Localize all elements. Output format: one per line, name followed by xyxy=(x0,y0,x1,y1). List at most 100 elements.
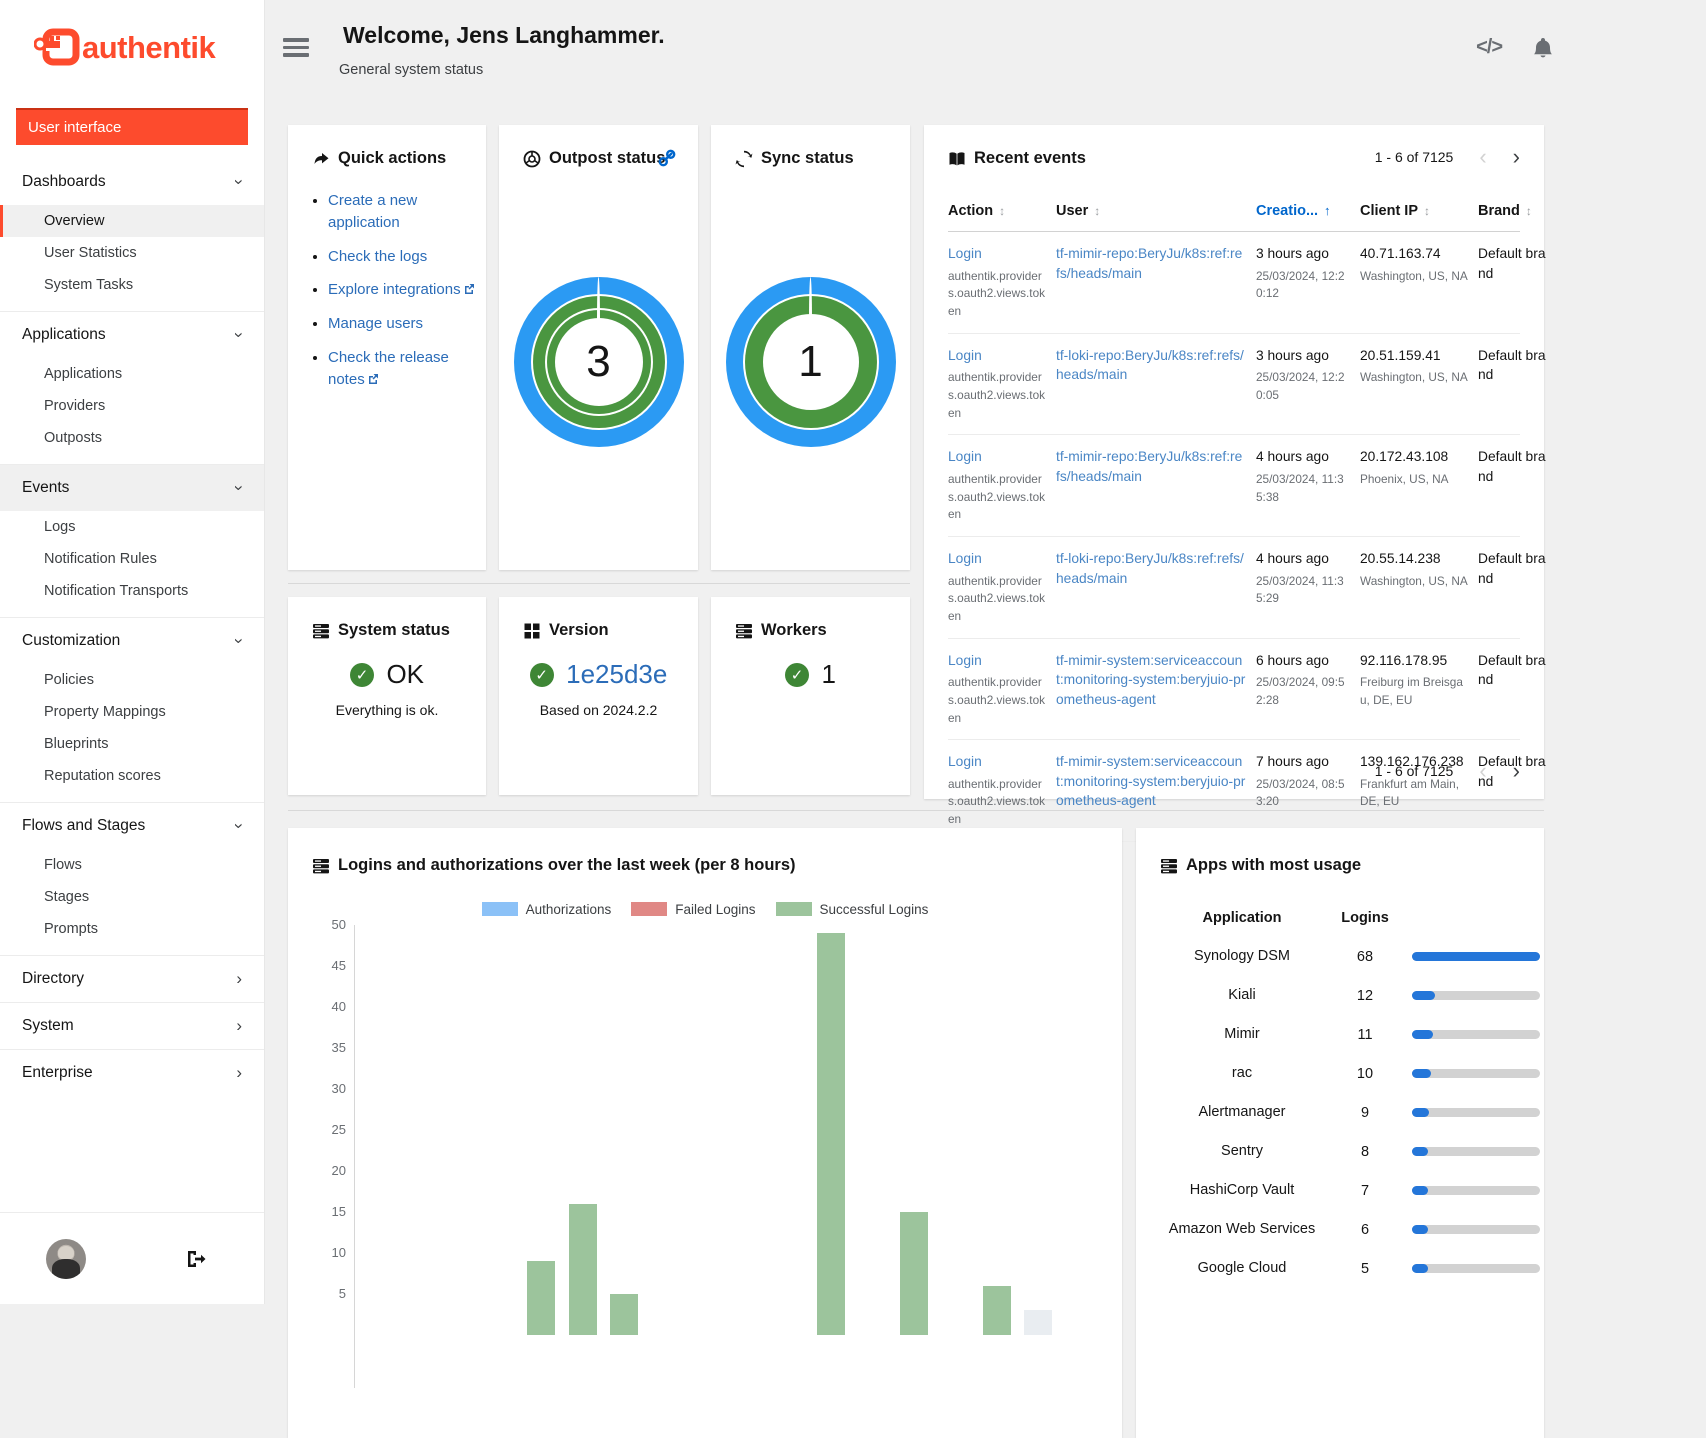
api-code-icon[interactable]: </> xyxy=(1476,36,1502,59)
sidebar-section-customization[interactable]: Customization › xyxy=(0,618,264,664)
sidebar-section-directory[interactable]: Directory › xyxy=(0,956,264,1002)
column-header-brand[interactable]: Brand↕ xyxy=(1478,193,1552,231)
sort-asc-icon[interactable]: ↑ xyxy=(1324,203,1331,218)
sidebar-item-stages[interactable]: Stages xyxy=(0,881,264,913)
apps-table-header: ApplicationLogins xyxy=(1152,898,1514,937)
sidebar-item-outposts[interactable]: Outposts xyxy=(0,422,264,454)
sort-icon[interactable]: ↕ xyxy=(1094,204,1100,218)
quick-action-link[interactable]: Check the logs xyxy=(328,248,427,265)
pagination-prev-icon[interactable]: ‹ xyxy=(1479,150,1486,164)
app-login-count: 11 xyxy=(1332,1027,1398,1043)
sidebar-item-user-statistics[interactable]: User Statistics xyxy=(0,237,264,269)
event-timestamp: 25/03/2024, 11:35:38 xyxy=(1256,471,1350,506)
events-pagination-top: 1 - 6 of 7125 ‹ › xyxy=(1375,149,1520,165)
app-login-count: 10 xyxy=(1332,1066,1398,1082)
column-header-client-ip[interactable]: Client IP↕ xyxy=(1360,193,1470,231)
quick-action-link[interactable]: Create a new application xyxy=(328,192,417,231)
sidebar-item-reputation-scores[interactable]: Reputation scores xyxy=(0,760,264,792)
sidebar-section-events[interactable]: Events › xyxy=(0,465,264,511)
event-user-link[interactable]: tf-loki-repo:BeryJu/k8s:ref:refs/heads/m… xyxy=(1056,348,1244,383)
sidebar-section-dashboards[interactable]: Dashboards › xyxy=(0,159,264,205)
column-header-creatio-[interactable]: Creatio...↑ xyxy=(1256,193,1352,231)
notifications-bell-icon[interactable] xyxy=(1532,36,1554,60)
version-value[interactable]: 1e25d3e xyxy=(566,659,667,689)
user-interface-button[interactable]: User interface xyxy=(16,108,248,145)
event-user-link[interactable]: tf-mimir-system:serviceaccount:monitorin… xyxy=(1056,754,1245,808)
sidebar-item-flows[interactable]: Flows xyxy=(0,849,264,881)
sidebar-section-flows-and-stages[interactable]: Flows and Stages › xyxy=(0,803,264,849)
sidebar-section-applications[interactable]: Applications › xyxy=(0,312,264,358)
app-name: HashiCorp Vault xyxy=(1152,1177,1332,1205)
event-user-link[interactable]: tf-mimir-repo:BeryJu/k8s:ref:refs/heads/… xyxy=(1056,246,1242,281)
event-action-link[interactable]: Login xyxy=(948,449,982,464)
apps-usage-title: Apps with most usage xyxy=(1186,856,1361,875)
sidebar-item-providers[interactable]: Providers xyxy=(0,390,264,422)
version-grid-icon xyxy=(523,622,541,640)
event-action-link[interactable]: Login xyxy=(948,246,982,261)
sort-icon[interactable]: ↕ xyxy=(999,204,1005,218)
sidebar-item-notification-transports[interactable]: Notification Transports xyxy=(0,575,264,607)
app-usage-row: rac10 xyxy=(1152,1054,1514,1093)
app-name: Kiali xyxy=(1152,982,1332,1010)
event-user-link[interactable]: tf-loki-repo:BeryJu/k8s:ref:refs/heads/m… xyxy=(1056,551,1244,586)
recent-events-card: Recent events 1 - 6 of 7125 ‹ › Action↕U… xyxy=(924,125,1544,799)
system-status-card: System status ✓ OK Everything is ok. xyxy=(288,597,486,795)
events-pagination-bottom: 1 - 6 of 7125 ‹ › xyxy=(1375,763,1520,779)
events-table-header: Action↕User↕Creatio...↑Client IP↕Brand↕ xyxy=(948,193,1520,232)
hamburger-menu-icon[interactable] xyxy=(283,38,309,58)
sidebar-item-policies[interactable]: Policies xyxy=(0,664,264,696)
app-usage-row: Kiali12 xyxy=(1152,976,1514,1015)
quick-action-link[interactable]: Check the release notes xyxy=(328,349,449,388)
event-action-link[interactable]: Login xyxy=(948,348,982,363)
sidebar-item-blueprints[interactable]: Blueprints xyxy=(0,728,264,760)
event-action-link[interactable]: Login xyxy=(948,551,982,566)
sidebar-item-notification-rules[interactable]: Notification Rules xyxy=(0,543,264,575)
chevron-icon: › xyxy=(234,332,244,338)
sort-icon[interactable]: ↕ xyxy=(1424,204,1430,218)
sidebar-item-system-tasks[interactable]: System Tasks xyxy=(0,269,264,301)
workers-value: 1 xyxy=(821,659,835,689)
event-client-ip: 20.55.14.238 xyxy=(1360,551,1441,566)
app-usage-row: HashiCorp Vault7 xyxy=(1152,1171,1514,1210)
app-login-count: 68 xyxy=(1332,949,1398,965)
pagination-next-icon[interactable]: › xyxy=(1513,150,1520,164)
sidebar-section-system[interactable]: System › xyxy=(0,1003,264,1049)
pagination-prev-icon[interactable]: ‹ xyxy=(1479,764,1486,778)
column-header-user[interactable]: User↕ xyxy=(1056,193,1248,231)
check-circle-icon: ✓ xyxy=(530,663,554,687)
event-action-link[interactable]: Login xyxy=(948,754,982,769)
sort-icon[interactable]: ↕ xyxy=(1526,204,1532,218)
sidebar-item-overview[interactable]: Overview xyxy=(0,205,264,237)
quick-action-link[interactable]: Explore integrations xyxy=(328,281,461,298)
event-user-link[interactable]: tf-mimir-repo:BeryJu/k8s:ref:refs/heads/… xyxy=(1056,449,1242,484)
server-icon xyxy=(1160,857,1178,875)
sidebar-section: Enterprise › xyxy=(0,1049,264,1096)
event-user-link[interactable]: tf-mimir-system:serviceaccount:monitorin… xyxy=(1056,653,1245,707)
sidebar-section-enterprise[interactable]: Enterprise › xyxy=(0,1050,264,1096)
workers-title: Workers xyxy=(761,621,827,640)
pagination-next-icon[interactable]: › xyxy=(1513,764,1520,778)
event-brand: Default brand xyxy=(1478,449,1546,484)
quick-actions-title: Quick actions xyxy=(338,149,446,168)
version-detail: Based on 2024.2.2 xyxy=(499,702,698,718)
event-action-link[interactable]: Login xyxy=(948,653,982,668)
user-avatar[interactable] xyxy=(46,1239,86,1279)
column-header-action[interactable]: Action↕ xyxy=(948,193,1048,231)
quick-action-link[interactable]: Manage users xyxy=(328,315,423,332)
version-title: Version xyxy=(549,621,609,640)
logout-icon[interactable] xyxy=(186,1249,206,1269)
usage-progress-bar xyxy=(1412,1147,1540,1156)
app-login-count: 6 xyxy=(1332,1222,1398,1238)
sidebar-item-logs[interactable]: Logs xyxy=(0,511,264,543)
sidebar-item-property-mappings[interactable]: Property Mappings xyxy=(0,696,264,728)
usage-progress-bar xyxy=(1412,952,1540,961)
external-link-chain-icon[interactable] xyxy=(658,149,676,167)
event-brand: Default brand xyxy=(1478,551,1546,586)
sidebar-item-prompts[interactable]: Prompts xyxy=(0,913,264,945)
quick-action-item: Manage users xyxy=(328,313,476,335)
apps-column-logins: Logins xyxy=(1332,910,1398,926)
system-status-title: System status xyxy=(338,621,450,640)
divider xyxy=(288,810,1544,811)
usage-progress-bar xyxy=(1412,991,1540,1000)
sidebar-item-applications[interactable]: Applications xyxy=(0,358,264,390)
